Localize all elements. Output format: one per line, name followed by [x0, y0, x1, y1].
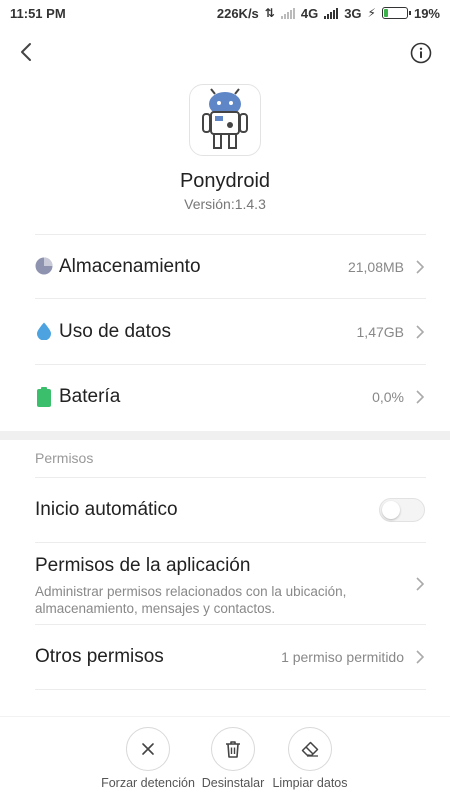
network-speed: 226K/s [216, 5, 259, 21]
battery-row[interactable]: Batería 0,0% [0, 365, 450, 429]
signal-weak-icon [280, 7, 295, 19]
divider [35, 689, 426, 690]
info-icon [410, 42, 432, 64]
back-arrow-icon [21, 43, 31, 61]
clear-data-circle [288, 727, 332, 771]
divider [35, 542, 426, 543]
app-icon [189, 84, 261, 156]
battery-green-icon [37, 387, 51, 407]
close-icon [142, 743, 154, 755]
header [0, 26, 450, 82]
storage-row[interactable]: Almacenamiento 21,08MB [0, 235, 450, 298]
app-version: Versión:1.4.3 [184, 196, 266, 212]
water-drop-icon [37, 322, 51, 340]
uninstall-circle [211, 727, 255, 771]
autostart-toggle[interactable] [379, 498, 425, 522]
section-separator [0, 431, 450, 440]
battery-icon [381, 7, 411, 19]
data-transfer-icon: ⇅ [264, 6, 275, 20]
status-time: 11:51 PM [10, 5, 66, 21]
clear-data-button[interactable]: Limpiar datos [255, 727, 365, 790]
storage-label: Almacenamiento [59, 255, 201, 277]
other-permissions-label: Otros permisos [35, 646, 164, 667]
status-bar: 11:51 PM 226K/s ⇅ 4G 3G ⚡ 19% [0, 0, 450, 26]
pie-chart-icon [35, 257, 53, 275]
info-button[interactable] [410, 42, 432, 64]
data-usage-value: 1,47GB [356, 323, 404, 340]
status-indicators: 226K/s ⇅ 4G 3G ⚡ 19% [217, 6, 440, 21]
trash-icon [226, 741, 240, 758]
autostart-row[interactable]: Inicio automático [0, 478, 450, 542]
chevron-right-icon [416, 324, 425, 339]
network-type-1: 4G [300, 5, 319, 21]
data-usage-label: Uso de datos [59, 320, 171, 342]
app-permissions-description: Administrar permisos relacionados con la… [35, 584, 347, 616]
charging-icon: ⚡ [367, 6, 376, 20]
other-permissions-value: 1 permiso permitido [281, 649, 404, 665]
network-type-2: 3G [344, 5, 362, 21]
battery-label: Batería [59, 386, 121, 407]
other-permissions-row[interactable]: Otros permisos 1 permiso permitido [0, 625, 450, 689]
chevron-right-icon [416, 390, 425, 404]
autostart-label: Inicio automático [35, 499, 178, 520]
storage-value: 21,08MB [347, 258, 404, 275]
section-title-permissions: Permisos [35, 450, 94, 466]
force-stop-circle [126, 727, 170, 771]
chevron-right-icon [416, 259, 425, 274]
app-permissions-row[interactable]: Permisos de la aplicación Administrar pe… [0, 555, 450, 623]
bottom-action-bar: Forzar detención Desinstalar Limpiar dat… [0, 716, 450, 800]
ponydroid-robot-icon [202, 88, 248, 149]
clear-data-label: Limpiar datos [272, 776, 348, 790]
battery-percent: 19% [413, 5, 440, 21]
battery-value: 0,0% [372, 389, 404, 405]
back-button[interactable] [12, 38, 40, 66]
app-name: Ponydroid [179, 170, 271, 192]
data-usage-row[interactable]: Uso de datos 1,47GB [0, 299, 450, 364]
eraser-icon [301, 741, 319, 757]
chevron-right-icon [416, 577, 425, 591]
signal-icon [324, 7, 339, 19]
chevron-right-icon [416, 650, 425, 664]
toggle-knob [382, 501, 400, 519]
app-permissions-label: Permisos de la aplicación [35, 555, 251, 576]
